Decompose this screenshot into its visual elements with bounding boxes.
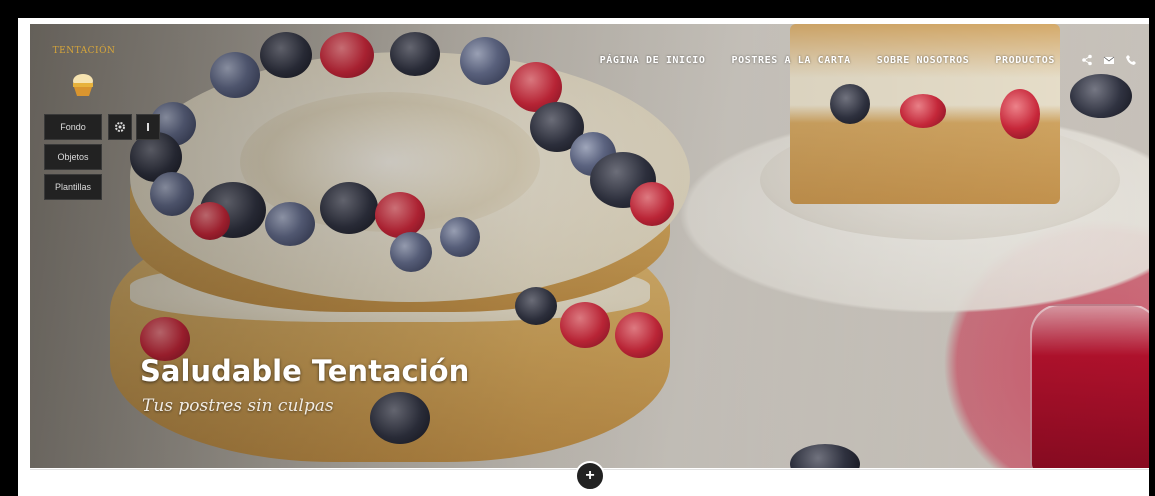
- main-navigation: PÁGINA DE INICIO POSTRES A LA CARTA SOBR…: [600, 54, 1137, 66]
- nav-item-inicio[interactable]: PÁGINA DE INICIO: [600, 55, 706, 66]
- objetos-button[interactable]: Objetos: [44, 144, 102, 170]
- plus-icon: +: [585, 467, 595, 484]
- share-icon[interactable]: [1081, 54, 1093, 66]
- plantillas-button[interactable]: Plantillas: [44, 174, 102, 200]
- nav-item-nosotros[interactable]: SOBRE NOSOTROS: [877, 55, 970, 66]
- add-section-button[interactable]: +: [575, 461, 605, 491]
- settings-button[interactable]: [108, 114, 132, 140]
- phone-icon[interactable]: [1125, 54, 1137, 66]
- objetos-label: Objetos: [57, 152, 89, 162]
- fondo-label: Fondo: [60, 122, 86, 132]
- page-viewport: TENTACIÓN PÁGINA DE INICIO POSTRES A LA …: [18, 18, 1149, 496]
- nav-item-productos[interactable]: PRODUCTOS: [995, 55, 1055, 66]
- site-logo[interactable]: TENTACIÓN: [44, 32, 124, 112]
- nav-item-postres[interactable]: POSTRES A LA CARTA: [732, 55, 851, 66]
- logo-brand-name: TENTACIÓN: [52, 46, 116, 56]
- info-icon: [147, 123, 149, 131]
- cupcake-icon: [73, 74, 93, 96]
- nav-icons: [1081, 54, 1137, 66]
- hero-section: TENTACIÓN PÁGINA DE INICIO POSTRES A LA …: [30, 24, 1149, 468]
- page-title: Saludable Tentación: [140, 354, 470, 388]
- screenshot-frame: TENTACIÓN PÁGINA DE INICIO POSTRES A LA …: [0, 0, 1155, 496]
- info-button[interactable]: [136, 114, 160, 140]
- mail-icon[interactable]: [1103, 54, 1115, 66]
- page-subtitle: Tus postres sin culpas: [142, 396, 334, 416]
- fondo-button[interactable]: Fondo: [44, 114, 102, 140]
- plantillas-label: Plantillas: [54, 182, 92, 192]
- gear-icon: [115, 122, 125, 132]
